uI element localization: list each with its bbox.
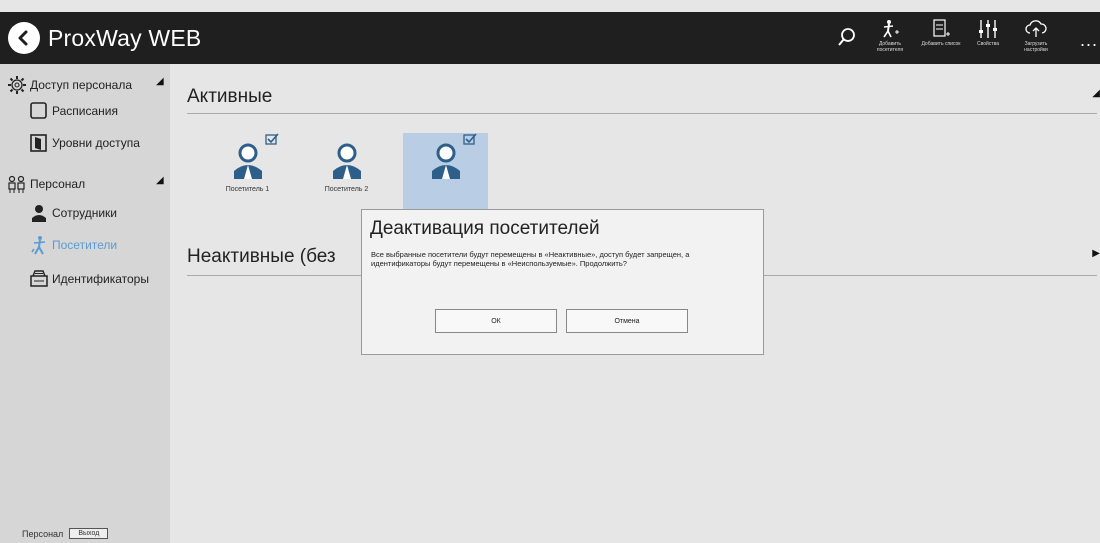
visitor-card[interactable]: Посетитель 2 bbox=[304, 133, 389, 218]
sidebar-item-label: Сотрудники bbox=[52, 206, 117, 220]
sidebar-item-identifiers[interactable]: Идентификаторы bbox=[26, 268, 149, 290]
sidebar-item-label: Уровни доступа bbox=[52, 136, 140, 150]
checkbox-checked-icon[interactable] bbox=[463, 133, 477, 145]
sidebar-item-employees[interactable]: Сотрудники bbox=[26, 202, 117, 224]
sidebar-group-label: Персонал bbox=[30, 177, 86, 191]
dialog-message: Все выбранные посетители будут перемещен… bbox=[371, 250, 690, 268]
sidebar-item-schedules[interactable]: Расписания bbox=[26, 100, 118, 122]
app-header: ProxWay WEB Добавить посетителя Добавить… bbox=[0, 12, 1100, 64]
brand: ProxWay WEB bbox=[8, 22, 201, 54]
checkbox-checked-icon[interactable] bbox=[265, 133, 279, 145]
sidebar-group-staff-access[interactable]: Доступ персонала bbox=[4, 74, 132, 96]
sidebar-group-label: Доступ персонала bbox=[30, 78, 133, 92]
search-icon bbox=[838, 28, 855, 46]
upload-settings-icon bbox=[1025, 20, 1047, 37]
deactivate-visitors-dialog: Деактивация посетителей Все выбранные по… bbox=[361, 209, 764, 355]
current-user: Персонал bbox=[22, 528, 64, 539]
search-button[interactable] bbox=[836, 26, 858, 53]
toolbar-label: Добавить список bbox=[921, 41, 961, 47]
back-button[interactable] bbox=[8, 22, 40, 54]
more-button[interactable]: ... bbox=[1080, 30, 1098, 51]
sidebar-group-personnel[interactable]: Персонал bbox=[4, 173, 85, 195]
collapse-triangle-icon[interactable]: ◢ bbox=[156, 76, 164, 87]
sidebar-item-access-levels[interactable]: Уровни доступа bbox=[26, 132, 140, 154]
ok-button[interactable]: ОК bbox=[435, 309, 557, 333]
visitor-icon bbox=[26, 234, 52, 256]
collapse-triangle-icon[interactable]: ▶ bbox=[1092, 248, 1100, 259]
door-icon bbox=[26, 132, 52, 154]
add-visitor-icon bbox=[883, 20, 899, 38]
upload-settings-button[interactable]: Загрузить настройки bbox=[1014, 18, 1058, 53]
add-visitor-button[interactable]: Добавить посетителя bbox=[868, 18, 912, 53]
people-icon bbox=[4, 173, 30, 195]
person-icon bbox=[432, 143, 460, 179]
inactive-section-title: Неактивные (без bbox=[187, 246, 336, 267]
card-reader-icon bbox=[26, 268, 52, 290]
gear-icon bbox=[4, 74, 30, 96]
properties-icon bbox=[979, 20, 997, 38]
toolbar-label: Загрузить настройки bbox=[1024, 41, 1048, 53]
visitor-name: Посетитель 1 bbox=[225, 186, 270, 193]
dialog-title: Деактивация посетителей bbox=[370, 218, 600, 239]
divider bbox=[187, 113, 1097, 114]
sidebar-item-label: Посетители bbox=[52, 238, 118, 252]
collapse-triangle-icon[interactable]: ◢ bbox=[156, 175, 164, 186]
sidebar-item-label: Идентификаторы bbox=[52, 272, 149, 286]
app-title: ProxWay WEB bbox=[48, 24, 202, 51]
employee-icon bbox=[26, 202, 52, 224]
sidebar-footer: Персонал Выход bbox=[22, 528, 109, 539]
properties-button[interactable]: Свойства bbox=[966, 18, 1010, 47]
calendar-icon bbox=[26, 100, 52, 122]
collapse-triangle-icon[interactable]: ◢ bbox=[1092, 88, 1100, 99]
sidebar: Доступ персонала ◢ Расписания Уровни дос… bbox=[0, 64, 170, 543]
person-icon bbox=[234, 143, 262, 179]
visitor-name: Посетитель 2 bbox=[324, 186, 369, 193]
logout-button[interactable]: Выход bbox=[69, 528, 109, 539]
toolbar-label: Свойства bbox=[977, 41, 999, 47]
sidebar-item-visitors[interactable]: Посетители bbox=[26, 234, 117, 256]
sidebar-item-label: Расписания bbox=[52, 104, 118, 118]
add-list-button[interactable]: Добавить список bbox=[919, 18, 963, 47]
cancel-button[interactable]: Отмена bbox=[566, 309, 688, 333]
visitor-card-selected[interactable] bbox=[403, 133, 488, 218]
add-list-icon bbox=[933, 19, 950, 37]
visitor-card[interactable]: Посетитель 1 bbox=[205, 133, 290, 218]
chevron-left-icon bbox=[18, 30, 28, 46]
person-icon bbox=[333, 143, 361, 179]
toolbar-label: Добавить посетителя bbox=[876, 41, 904, 53]
active-section-title: Активные bbox=[187, 86, 273, 107]
